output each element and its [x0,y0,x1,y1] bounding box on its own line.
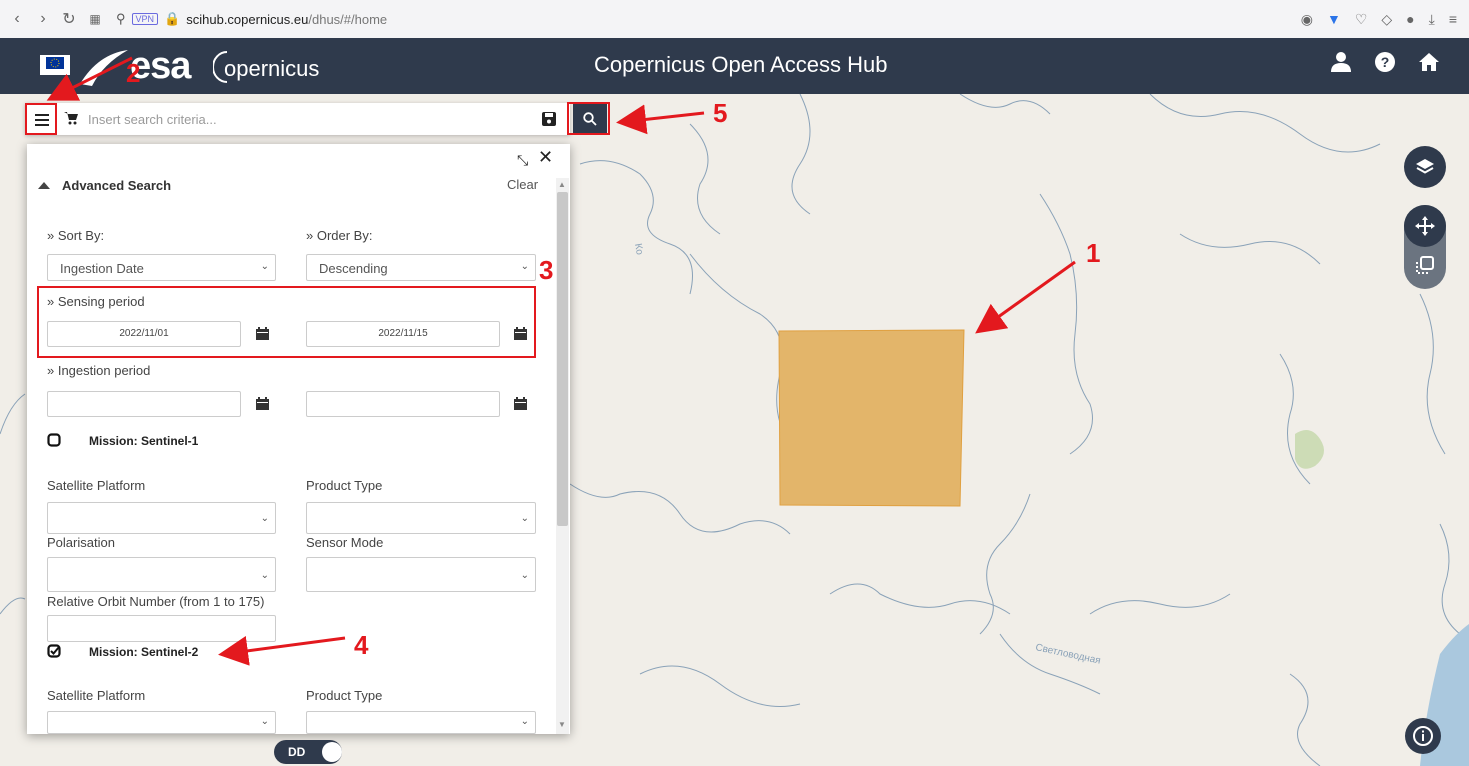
info-icon [1413,726,1433,746]
annotation-box-search [567,102,610,135]
s1-product-type-label: Product Type [306,478,383,493]
download-icon[interactable]: ⤓ [1429,11,1435,28]
s1-product-type-select[interactable]: ⌄ [306,502,536,534]
s1-sensor-mode-select[interactable]: ⌄ [306,557,536,592]
sentinel1-checkbox[interactable] [47,433,61,447]
area-of-interest-footprint[interactable] [778,329,965,507]
annotation-number-3: 3 [539,255,554,285]
s1-satellite-platform-label: Satellite Platform [47,478,146,493]
scroll-up-icon[interactable]: ▲ [558,180,566,189]
sort-by-select[interactable]: Ingestion Date ⌄ [47,254,276,281]
chevron-down-icon: ⌄ [520,570,529,581]
browser-toolbar: ‹ › ↻ ▦ ⚲ VPN 🔒 scihub.copernicus.eu/dhu… [0,0,1469,38]
ingestion-end-input[interactable] [306,391,500,417]
user-icon[interactable] [1329,50,1353,74]
heart-icon[interactable]: ♡ [1355,11,1368,28]
camera-icon[interactable]: ◉ [1301,11,1313,28]
clear-button[interactable]: Clear [507,177,538,192]
annotation-box-menu [25,103,57,135]
chevron-down-icon: ⌄ [260,261,269,272]
ingestion-start-input[interactable] [47,391,241,417]
chevron-down-icon: ⌄ [520,513,529,524]
s1-relative-orbit-input[interactable] [47,615,276,642]
s1-polarisation-select[interactable]: ⌄ [47,557,276,592]
calendar-icon[interactable] [256,397,269,410]
esa-swoosh-icon [80,50,128,86]
settings-icon[interactable]: ≡ [1449,11,1457,27]
layers-button[interactable] [1404,146,1446,188]
map-label-river: Светловодная [1034,642,1101,667]
help-icon[interactable]: ? [1373,50,1397,74]
toggle-label: DD [288,745,306,759]
draw-rectangle-icon [1416,256,1434,274]
home-icon[interactable] [1417,50,1441,74]
sort-by-value: Ingestion Date [60,261,144,276]
s2-product-type-select[interactable]: ⌄ [306,711,536,734]
chevron-down-icon: ⌄ [520,716,529,727]
url-host: scihub.copernicus.eu [186,11,309,27]
annotation-box-sensing-period [37,286,536,358]
map-label-ko: Ко [632,243,645,257]
url-path: /dhus/#/home [308,11,388,27]
chevron-down-icon: ⌄ [260,570,269,581]
address-bar[interactable]: ⚲ VPN 🔒 scihub.copernicus.eu/dhus/#/home [116,11,387,27]
shield-icon[interactable]: ▼ [1327,11,1341,27]
back-icon[interactable]: ‹ [4,10,30,28]
advanced-search-title: Advanced Search [62,178,172,193]
profile-icon[interactable]: ● [1406,11,1414,27]
forward-icon[interactable]: › [30,10,56,28]
save-search-icon[interactable] [541,111,557,127]
info-button[interactable] [1405,718,1441,754]
s1-relative-orbit-label: Relative Orbit Number (from 1 to 175) [47,594,265,609]
s2-satellite-platform-select[interactable]: ⌄ [47,711,276,734]
toggle-knob[interactable] [322,742,342,762]
chevron-down-icon: ⌄ [260,513,269,524]
layers-icon [1416,159,1434,174]
sentinel1-title: Mission: Sentinel-1 [89,434,199,448]
sentinel2-title: Mission: Sentinel-2 [89,645,199,659]
annotation-number-2: 2 [126,58,141,88]
cube-icon[interactable]: ◇ [1381,11,1392,28]
page-title: Copernicus Open Access Hub [594,52,888,77]
s2-satellite-platform-label: Satellite Platform [47,688,146,703]
apps-icon[interactable]: ▦ [82,12,108,26]
chevron-down-icon: ⌄ [520,261,529,272]
eu-flag-logo [40,55,70,75]
close-icon[interactable]: ✕ [538,147,553,168]
expand-icon[interactable]: ⤡ [517,152,528,169]
order-by-select[interactable]: Descending ⌄ [306,254,536,281]
s2-product-type-label: Product Type [306,688,383,703]
s1-polarisation-label: Polarisation [47,535,115,550]
order-by-value: Descending [319,261,388,276]
ingestion-period-label: » Ingestion period [47,363,151,378]
chevron-down-icon: ⌄ [260,716,269,727]
s1-sensor-mode-label: Sensor Mode [306,535,384,550]
search-input[interactable] [88,107,508,131]
annotation-number-5: 5 [713,98,728,128]
sentinel2-checkbox[interactable] [47,644,61,658]
lock-icon: 🔒 [164,11,181,26]
scroll-down-icon[interactable]: ▼ [558,720,566,729]
reload-icon[interactable]: ↻ [56,9,82,29]
cart-icon[interactable] [63,110,79,126]
pan-button[interactable] [1404,205,1446,247]
order-by-label: » Order By: [306,228,373,243]
key-icon: ⚲ [116,11,126,26]
move-icon [1415,216,1435,236]
s1-satellite-platform-select[interactable]: ⌄ [47,502,276,534]
sort-by-label: » Sort By: [47,228,105,243]
svg-text:?: ? [1381,54,1390,70]
copernicus-logo: opernicus [224,56,320,81]
collapse-chevron-icon[interactable] [37,180,51,190]
vpn-badge[interactable]: VPN [131,13,159,25]
annotation-number-1: 1 [1086,238,1101,268]
annotation-number-4: 4 [354,630,369,660]
draw-area-button[interactable] [1404,245,1446,285]
calendar-icon[interactable] [514,397,527,410]
scrollbar-thumb[interactable] [557,192,568,526]
